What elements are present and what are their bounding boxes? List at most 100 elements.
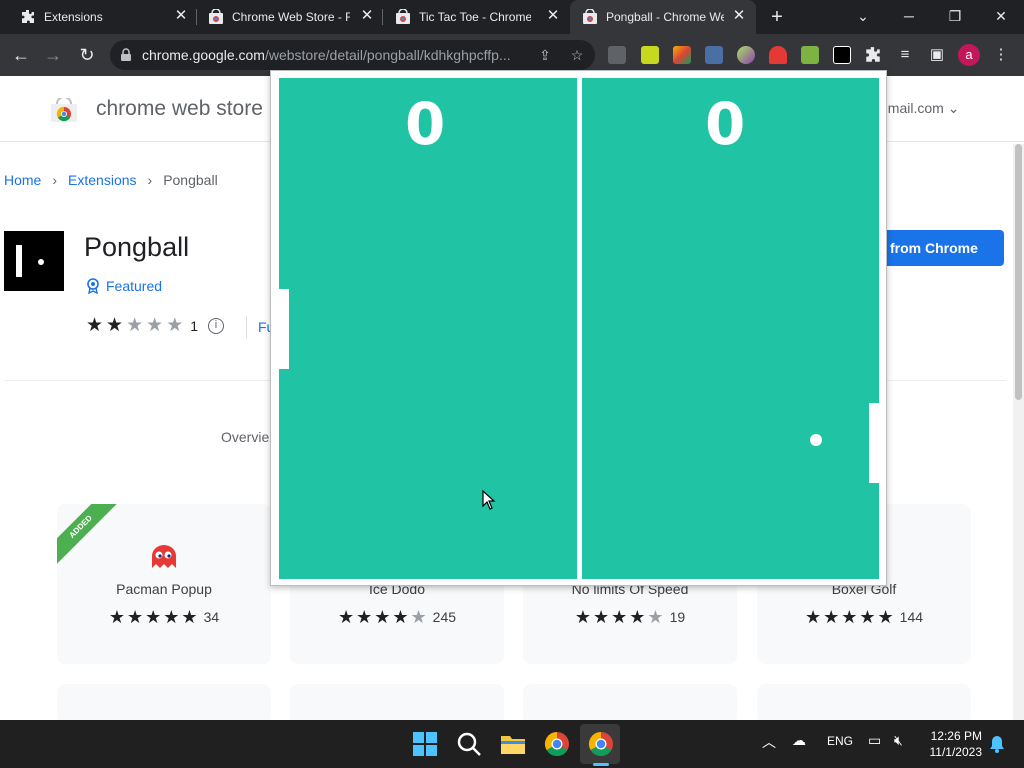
left-score: 0 <box>405 90 446 158</box>
file-explorer-icon[interactable] <box>498 729 528 759</box>
new-tab-button[interactable]: + <box>766 6 788 28</box>
rating-row: ★ ★ ★ ★ ★ 1 i <box>86 315 225 336</box>
breadcrumb-home[interactable]: Home <box>4 172 41 188</box>
close-tab-icon[interactable]: ✕ <box>544 7 562 25</box>
reload-button[interactable]: ↻ <box>74 42 100 68</box>
store-title[interactable]: chrome web store <box>96 97 263 121</box>
close-window-button[interactable]: ✕ <box>978 0 1024 34</box>
pacman-ghost-icon <box>152 545 176 568</box>
tab-pongball[interactable]: Pongball - Chrome We ✕ <box>570 0 756 34</box>
lock-icon <box>121 48 131 61</box>
mouse-cursor-icon <box>482 490 496 510</box>
extensions-puzzle-icon[interactable] <box>862 44 884 66</box>
volume-muted-icon[interactable]: 🔇︎ <box>894 732 903 749</box>
star-icon: ★ <box>108 607 125 627</box>
account-menu[interactable]: gmail.com ⌄ <box>880 100 959 117</box>
clock-date: 11/1/2023 <box>929 745 983 759</box>
tab-title: Extensions <box>44 10 103 24</box>
star-icon: ★ <box>629 607 646 627</box>
tab-tic-tac-toe[interactable]: Tic Tac Toe - Chrome W ✕ <box>383 0 569 34</box>
bookmark-star-icon[interactable]: ☆ <box>568 46 586 64</box>
card-rating-count: 245 <box>432 609 457 625</box>
puzzle-icon <box>22 10 34 23</box>
address-bar[interactable]: chrome.google.com/webstore/detail/pongba… <box>110 40 595 70</box>
extension-popup: 0 0 <box>270 70 887 586</box>
star-icon: ★ <box>166 315 184 336</box>
extension-icon-1[interactable] <box>608 46 626 64</box>
profile-avatar[interactable]: a <box>958 44 980 66</box>
rating-count[interactable]: 1 <box>190 318 198 334</box>
webstore-icon <box>583 9 597 24</box>
breadcrumb-current: Pongball <box>163 172 218 188</box>
star-icon: ★ <box>877 607 894 627</box>
minimize-button[interactable]: ─ <box>886 0 932 34</box>
extension-icon-4[interactable] <box>705 46 723 64</box>
related-card-placeholder[interactable] <box>523 684 737 720</box>
chevron-up-icon[interactable]: ︿ <box>762 732 776 752</box>
tab-strip: Extensions ✕ Chrome Web Store - R ✕ Tic … <box>0 0 1024 34</box>
pong-court[interactable]: 0 0 <box>279 78 879 579</box>
related-card-placeholder[interactable] <box>57 684 271 720</box>
forward-button[interactable]: → <box>40 42 66 68</box>
chrome-icon[interactable] <box>586 729 616 759</box>
page-scrollbar[interactable] <box>1013 144 1024 720</box>
clock-time: 12:26 PM <box>930 729 982 743</box>
windows-start-icon[interactable] <box>410 729 440 759</box>
left-paddle <box>279 289 289 369</box>
close-tab-icon[interactable]: ✕ <box>172 7 190 25</box>
close-tab-icon[interactable]: ✕ <box>358 7 376 25</box>
star-icon: ★ <box>593 607 610 627</box>
star-icon: ★ <box>146 315 164 336</box>
star-icon: ★ <box>86 315 104 336</box>
webstore-icon <box>396 9 410 24</box>
media-queue-icon[interactable]: ≡ <box>894 44 916 66</box>
tab-title: Chrome Web Store - R <box>232 10 350 24</box>
tab-extensions[interactable]: Extensions ✕ <box>8 0 194 34</box>
star-icon: ★ <box>163 607 180 627</box>
extension-icon-2[interactable] <box>641 46 659 64</box>
star-icon: ★ <box>356 607 373 627</box>
tab-title: Tic Tac Toe - Chrome W <box>419 10 531 24</box>
featured-label: Featured <box>106 278 163 294</box>
extension-icon-3[interactable] <box>673 46 691 64</box>
system-clock[interactable]: 12:26 PM 11/1/2023 <box>920 728 983 760</box>
network-icon[interactable]: ▭ <box>868 732 881 749</box>
tab-overview[interactable]: Overvie <box>221 429 269 445</box>
search-icon[interactable] <box>454 729 484 759</box>
info-icon[interactable]: i <box>208 318 225 334</box>
chrome-icon[interactable] <box>542 729 572 759</box>
chrome-web-store-logo[interactable] <box>50 98 78 122</box>
tab-search-icon[interactable]: ⌄ <box>840 0 886 34</box>
onedrive-cloud-icon[interactable]: ☁ <box>792 732 806 749</box>
card-rating: ★ ★ ★ ★ ★ 245 <box>290 607 504 627</box>
share-icon[interactable]: ⇪ <box>536 46 554 64</box>
tab-title: Pongball - Chrome We <box>606 10 724 24</box>
featured-ribbon-icon <box>87 278 99 295</box>
card-rating: ★ ★ ★ ★ ★ 34 <box>57 607 271 627</box>
menu-kebab-icon[interactable]: ⋮ <box>990 44 1012 66</box>
close-tab-icon[interactable]: ✕ <box>730 7 748 25</box>
restore-button[interactable]: ❐ <box>932 0 978 34</box>
star-icon: ★ <box>145 607 162 627</box>
back-button[interactable]: ← <box>8 42 34 68</box>
card-rating-count: 34 <box>203 609 220 625</box>
extension-icon-7[interactable] <box>801 46 819 64</box>
featured-badge[interactable]: Featured <box>86 278 163 295</box>
tab-chrome-web-store[interactable]: Chrome Web Store - R ✕ <box>196 0 382 34</box>
notification-bell-icon[interactable] <box>989 735 1005 753</box>
pacman-ghost-icon[interactable] <box>769 46 787 64</box>
extension-icon-5[interactable] <box>737 46 755 64</box>
card-rating: ★ ★ ★ ★ ★ 144 <box>757 607 971 627</box>
related-card-placeholder[interactable] <box>757 684 971 720</box>
star-icon: ★ <box>374 607 391 627</box>
side-panel-icon[interactable]: ▣ <box>926 44 948 66</box>
related-card-placeholder[interactable] <box>290 684 504 720</box>
language-indicator[interactable]: ENG <box>827 734 853 748</box>
added-ribbon: ADDED <box>57 504 123 569</box>
url-host: chrome.google.com <box>142 47 265 63</box>
related-card-pacman-popup[interactable]: ADDED Pacman Popup ★ ★ ★ ★ ★ 34 <box>57 504 271 664</box>
scrollbar-thumb[interactable] <box>1015 144 1022 400</box>
remove-from-chrome-button[interactable]: from Chrome <box>880 230 1004 266</box>
pongball-extension-icon[interactable] <box>833 46 851 64</box>
breadcrumb-extensions[interactable]: Extensions <box>68 172 136 188</box>
